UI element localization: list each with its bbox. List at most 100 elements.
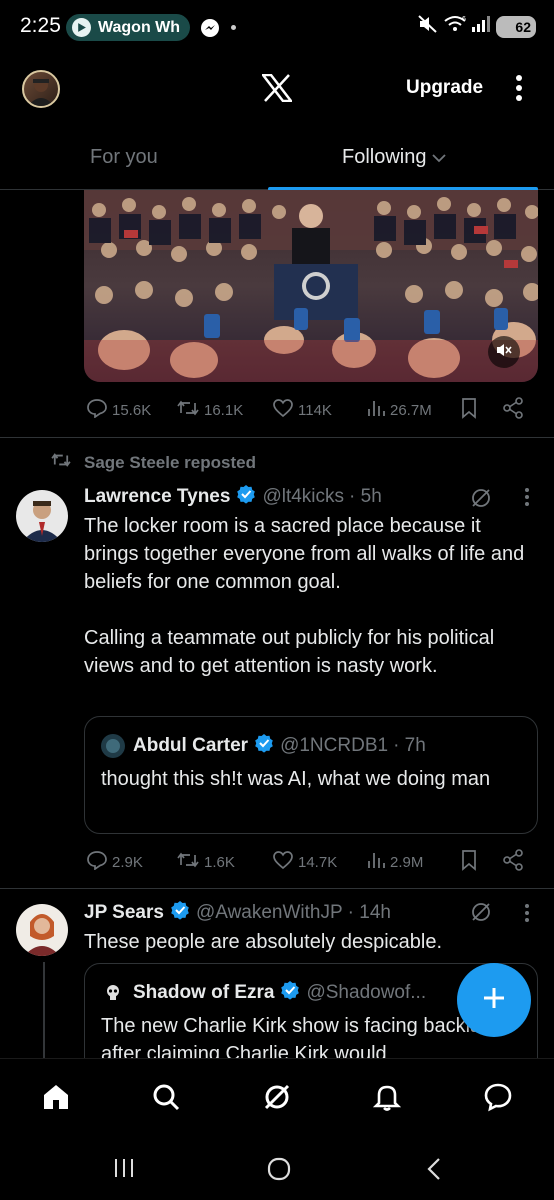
post-video[interactable] xyxy=(84,190,538,382)
quoted-author-handle: @Shadowof... xyxy=(306,982,427,1003)
reply-button[interactable]: 2.9K xyxy=(86,850,143,874)
post-divider xyxy=(0,437,554,438)
more-vertical-icon[interactable] xyxy=(524,902,530,930)
quoted-post-text: thought this sh!t was AI, what we doing … xyxy=(101,768,491,790)
plus-icon xyxy=(480,984,508,1017)
author-avatar[interactable] xyxy=(16,904,68,956)
home-icon[interactable] xyxy=(40,1081,72,1118)
like-button[interactable]: 114K xyxy=(272,398,332,422)
reply-count: 2.9K xyxy=(112,853,143,871)
quoted-post[interactable]: Abdul Carter @1NCRDB1 · 7h thought this … xyxy=(84,716,538,834)
repost-attribution-label: Sage Steele reposted xyxy=(84,452,256,472)
reply-button[interactable]: 15.6K xyxy=(86,398,151,422)
verified-badge-icon xyxy=(170,900,190,926)
active-app-label: Wagon Wh xyxy=(98,18,181,36)
author-handle[interactable]: @lt4kicks xyxy=(262,486,344,508)
reply-icon xyxy=(86,398,108,422)
bookmark-button[interactable] xyxy=(460,849,478,875)
recent-apps-icon[interactable] xyxy=(112,1156,136,1185)
active-app-pill[interactable]: Wagon Wh xyxy=(66,14,190,41)
system-navigation-bar xyxy=(0,1138,554,1200)
quoted-author-avatar xyxy=(101,981,125,1005)
repost-attribution[interactable]: Sage Steele reposted xyxy=(50,452,256,473)
post-text-paragraph-2: Calling a teammate out publicly for his … xyxy=(84,627,495,677)
battery-indicator: 62 xyxy=(496,15,536,38)
tab-following[interactable]: Following xyxy=(342,146,447,169)
share-button[interactable] xyxy=(502,849,524,875)
bookmark-button[interactable] xyxy=(460,397,478,423)
verified-badge-icon xyxy=(236,484,256,510)
network-type: 6 xyxy=(462,16,466,23)
author-name[interactable]: Lawrence Tynes xyxy=(84,486,230,508)
views-button[interactable]: 2.9M xyxy=(366,851,423,873)
x-logo-icon[interactable] xyxy=(260,73,294,107)
profile-avatar[interactable] xyxy=(22,70,60,108)
video-frame-crowd xyxy=(84,190,538,382)
verified-badge-icon xyxy=(280,980,300,1006)
views-count: 2.9M xyxy=(390,853,424,871)
messenger-icon xyxy=(200,18,220,43)
more-vertical-icon[interactable] xyxy=(515,74,523,107)
views-count: 26.7M xyxy=(390,401,432,419)
compose-post-button[interactable] xyxy=(457,963,531,1037)
repost-button[interactable]: 16.1K xyxy=(176,399,243,421)
status-time: 2:25 xyxy=(20,14,61,37)
post-header: JP Sears @AwakenWithJP · 14h xyxy=(84,900,391,926)
repost-count: 1.6K xyxy=(204,853,235,871)
tab-following-label: Following xyxy=(342,146,427,168)
bookmark-icon xyxy=(460,397,478,423)
heart-icon xyxy=(272,398,294,422)
repost-icon xyxy=(176,851,200,873)
chevron-down-icon xyxy=(432,146,447,169)
back-icon[interactable] xyxy=(424,1156,444,1187)
messages-icon[interactable] xyxy=(482,1081,514,1118)
bookmark-icon xyxy=(460,849,478,875)
grok-icon[interactable] xyxy=(470,901,492,928)
quoted-author-name: Abdul Carter xyxy=(133,735,249,756)
heart-icon xyxy=(272,850,294,874)
more-vertical-icon[interactable] xyxy=(524,486,530,514)
repost-count: 16.1K xyxy=(204,401,244,419)
reply-count: 15.6K xyxy=(112,401,152,419)
like-count: 114K xyxy=(298,401,332,419)
repost-icon xyxy=(176,399,200,421)
quoted-post-time: · 7h xyxy=(393,735,426,756)
views-chart-icon xyxy=(366,851,386,873)
play-icon xyxy=(72,18,91,37)
grok-icon[interactable] xyxy=(470,487,492,514)
speaker-muted-icon xyxy=(495,342,513,363)
notification-dot xyxy=(231,25,236,30)
status-bar: 2:25 Wagon Wh 6 62 xyxy=(0,0,554,56)
post-divider xyxy=(0,888,554,889)
verified-badge-icon xyxy=(254,733,274,759)
post-header: Lawrence Tynes @lt4kicks · 5h xyxy=(84,484,382,510)
search-icon[interactable] xyxy=(150,1081,182,1118)
timeline-tabs: For you Following xyxy=(0,130,554,191)
bottom-navigation xyxy=(0,1058,554,1138)
bell-icon[interactable] xyxy=(371,1081,403,1118)
signal-icon xyxy=(471,15,491,38)
status-icons: 6 62 xyxy=(417,14,536,39)
repost-button[interactable]: 1.6K xyxy=(176,851,235,873)
author-handle[interactable]: @AwakenWithJP xyxy=(196,902,343,924)
repost-icon xyxy=(50,452,72,473)
share-button[interactable] xyxy=(502,397,524,423)
views-button[interactable]: 26.7M xyxy=(366,399,432,421)
mute-vibrate-icon xyxy=(417,14,439,39)
quoted-author-name: Shadow of Ezra xyxy=(133,982,275,1003)
quoted-author-handle: @1NCRDB1 xyxy=(280,735,389,756)
mute-toggle-button[interactable] xyxy=(488,336,520,368)
reply-icon xyxy=(86,850,108,874)
upgrade-button[interactable]: Upgrade xyxy=(406,77,483,99)
author-name[interactable]: JP Sears xyxy=(84,902,164,924)
home-button-icon[interactable] xyxy=(266,1156,292,1187)
share-icon xyxy=(502,849,524,875)
post-time: · 5h xyxy=(349,486,382,507)
author-avatar[interactable] xyxy=(16,490,68,542)
grok-icon[interactable] xyxy=(261,1081,293,1118)
share-icon xyxy=(502,397,524,423)
post-time: · 14h xyxy=(347,902,391,923)
like-button[interactable]: 14.7K xyxy=(272,850,337,874)
post-text: These people are absolutely despicable. xyxy=(84,931,443,953)
tab-for-you[interactable]: For you xyxy=(90,146,158,169)
